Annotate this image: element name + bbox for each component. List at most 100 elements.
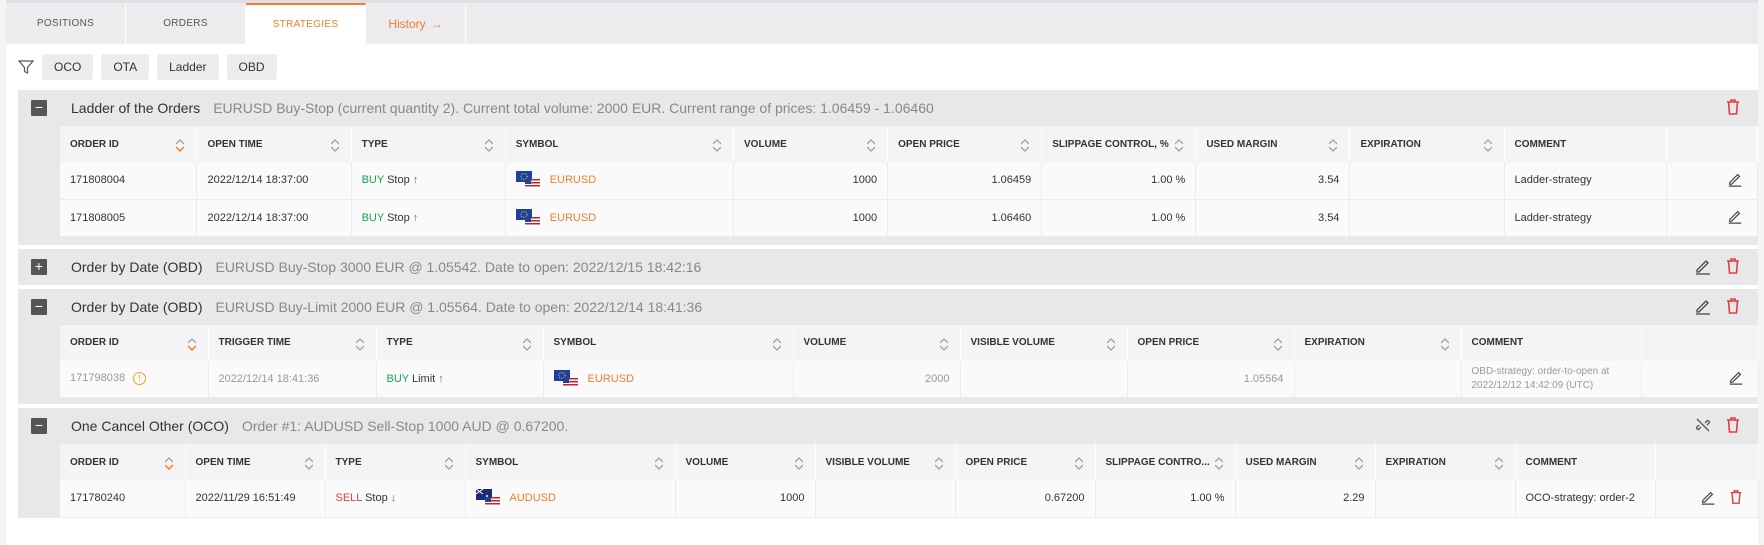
col-header[interactable]: TYPE [376,324,544,361]
tab-history[interactable]: History → [366,3,466,44]
orders-table: ORDER ID OPEN TIME TYPE SYMBOL VOLUME OP… [60,126,1759,237]
pencil-icon[interactable] [1728,369,1744,385]
table-row[interactable]: 171808004 2022/12/14 18:37:00 BUY Stop ↑… [60,162,1759,200]
sort-icon [1494,457,1503,470]
table-row[interactable]: 171808005 2022/12/14 18:37:00 BUY Stop ↑… [60,199,1759,237]
filter-chip-oco[interactable]: OCO [42,54,94,80]
col-header[interactable]: USED MARGIN [1235,444,1376,480]
open-time: 2022/11/29 16:51:49 [185,480,326,518]
strategy-obd-collapsed: + Order by Date (OBD) EURUSD Buy-Stop 30… [18,248,1758,285]
col-header[interactable]: EXPIRATION [1349,126,1505,162]
pencil-icon[interactable] [1727,171,1743,187]
order-id: 171780240 [60,480,186,518]
strategy-header: − One Cancel Other (OCO) Order #1: AUDUS… [18,408,1758,444]
expiration [1375,480,1516,518]
filter-chip-obd[interactable]: OBD [226,54,277,80]
pencil-icon[interactable] [1700,489,1716,505]
sort-icon [1329,139,1338,152]
col-header[interactable]: VISIBLE VOLUME [815,444,956,480]
tab-orders[interactable]: ORDERS [126,3,246,44]
delete-icon[interactable] [1724,416,1742,434]
row-actions [1666,199,1759,237]
col-header[interactable]: SLIPPAGE CONTRO... [1095,444,1236,480]
order-id: 171808005 [60,199,198,237]
col-header[interactable]: SYMBOL [543,324,794,361]
tab-positions[interactable]: POSITIONS [6,3,126,44]
open-price: 1.06459 [887,162,1043,200]
col-header: COMMENT [1504,126,1667,162]
delete-icon[interactable] [1728,489,1744,505]
arrow-up-icon: ↑ [438,372,444,385]
col-header[interactable]: ORDER ID [60,444,186,480]
col-header[interactable]: OPEN TIME [196,126,352,162]
comment: OCO-strategy: order-2 [1515,480,1656,518]
delete-icon[interactable] [1724,297,1742,315]
expand-toggle[interactable]: + [31,258,47,275]
col-header[interactable]: SYMBOL [505,126,735,162]
col-header-actions [1666,126,1759,162]
sort-icon [713,139,721,152]
col-header[interactable]: VOLUME [675,444,816,480]
orders-table: ORDER ID TRIGGER TIME TYPE SYMBOL VOLUME… [60,324,1759,398]
col-header[interactable]: TYPE [351,126,506,162]
col-header[interactable]: ORDER ID [60,126,198,162]
col-header[interactable]: EXPIRATION [1375,444,1516,480]
tab-strategies[interactable]: STRATEGIES [246,3,366,44]
sort-icon [1106,337,1115,351]
table-row[interactable]: 171798038! 2022/12/14 18:41:36 BUY Limit… [60,360,1759,398]
visible-volume [815,480,956,518]
collapse-toggle[interactable]: − [31,298,47,315]
col-header[interactable]: OPEN PRICE [955,444,1096,480]
open-price: 1.05564 [1127,360,1295,398]
col-header: COMMENT [1515,444,1656,480]
col-header[interactable]: TYPE [325,444,466,480]
table-row[interactable]: 171780240 2022/11/29 16:51:49 SELL Stop … [60,480,1759,518]
col-header: COMMENT [1461,324,1642,361]
col-header[interactable]: USED MARGIN [1195,126,1351,162]
col-header[interactable]: OPEN TIME [185,444,326,480]
collapse-toggle[interactable]: − [31,418,47,434]
col-header[interactable]: ORDER ID [60,324,209,361]
pencil-icon[interactable] [1694,257,1712,275]
filter-chip-ladder[interactable]: Ladder [157,54,219,80]
strategy-oco: − One Cancel Other (OCO) Order #1: AUDUS… [18,408,1759,518]
col-header[interactable]: VOLUME [793,324,961,361]
col-header[interactable]: OPEN PRICE [887,126,1043,162]
strategy-header: − Order by Date (OBD) EURUSD Buy-Limit 2… [18,289,1758,325]
slippage: 1.00 % [1041,199,1197,237]
col-header[interactable]: VISIBLE VOLUME [960,324,1128,361]
arrow-right-icon: → [430,16,443,31]
sort-icon [1214,457,1223,470]
pencil-icon[interactable] [1694,297,1712,315]
filter-icon[interactable] [18,59,34,75]
sort-icon [304,457,313,470]
col-header[interactable]: TRIGGER TIME [208,324,377,361]
strategy-title: Order by Date (OBD) [71,258,203,275]
sort-icon [164,457,173,470]
warning-icon[interactable]: ! [133,372,147,386]
col-header[interactable]: SYMBOL [465,444,676,480]
open-price: 1.06460 [887,199,1043,237]
sort-icon [176,139,185,152]
open-time: 2022/12/14 18:37:00 [196,199,352,237]
unlink-icon[interactable] [1694,416,1712,434]
col-header[interactable]: SLIPPAGE CONTROL, % [1041,126,1197,162]
pencil-icon[interactable] [1727,208,1743,224]
col-header[interactable]: VOLUME [733,126,889,162]
symbol[interactable]: EURUSD [505,199,735,237]
sort-icon [522,337,531,351]
delete-icon[interactable] [1724,257,1742,275]
row-actions [1641,360,1759,398]
sort-icon [934,457,943,470]
symbol[interactable]: EURUSD [505,162,735,200]
delete-icon[interactable] [1724,98,1742,116]
arrow-up-icon: ↑ [412,174,419,187]
comment: Ladder-strategy [1504,162,1667,200]
col-header[interactable]: EXPIRATION [1294,324,1462,361]
filter-chip-ota[interactable]: OTA [101,54,150,80]
col-header[interactable]: OPEN PRICE [1127,324,1295,361]
symbol[interactable]: AUDUSD [465,480,676,518]
symbol[interactable]: EURUSD [543,360,794,398]
collapse-toggle[interactable]: − [31,100,47,116]
order-type: SELL Stop ↓ [325,480,466,518]
